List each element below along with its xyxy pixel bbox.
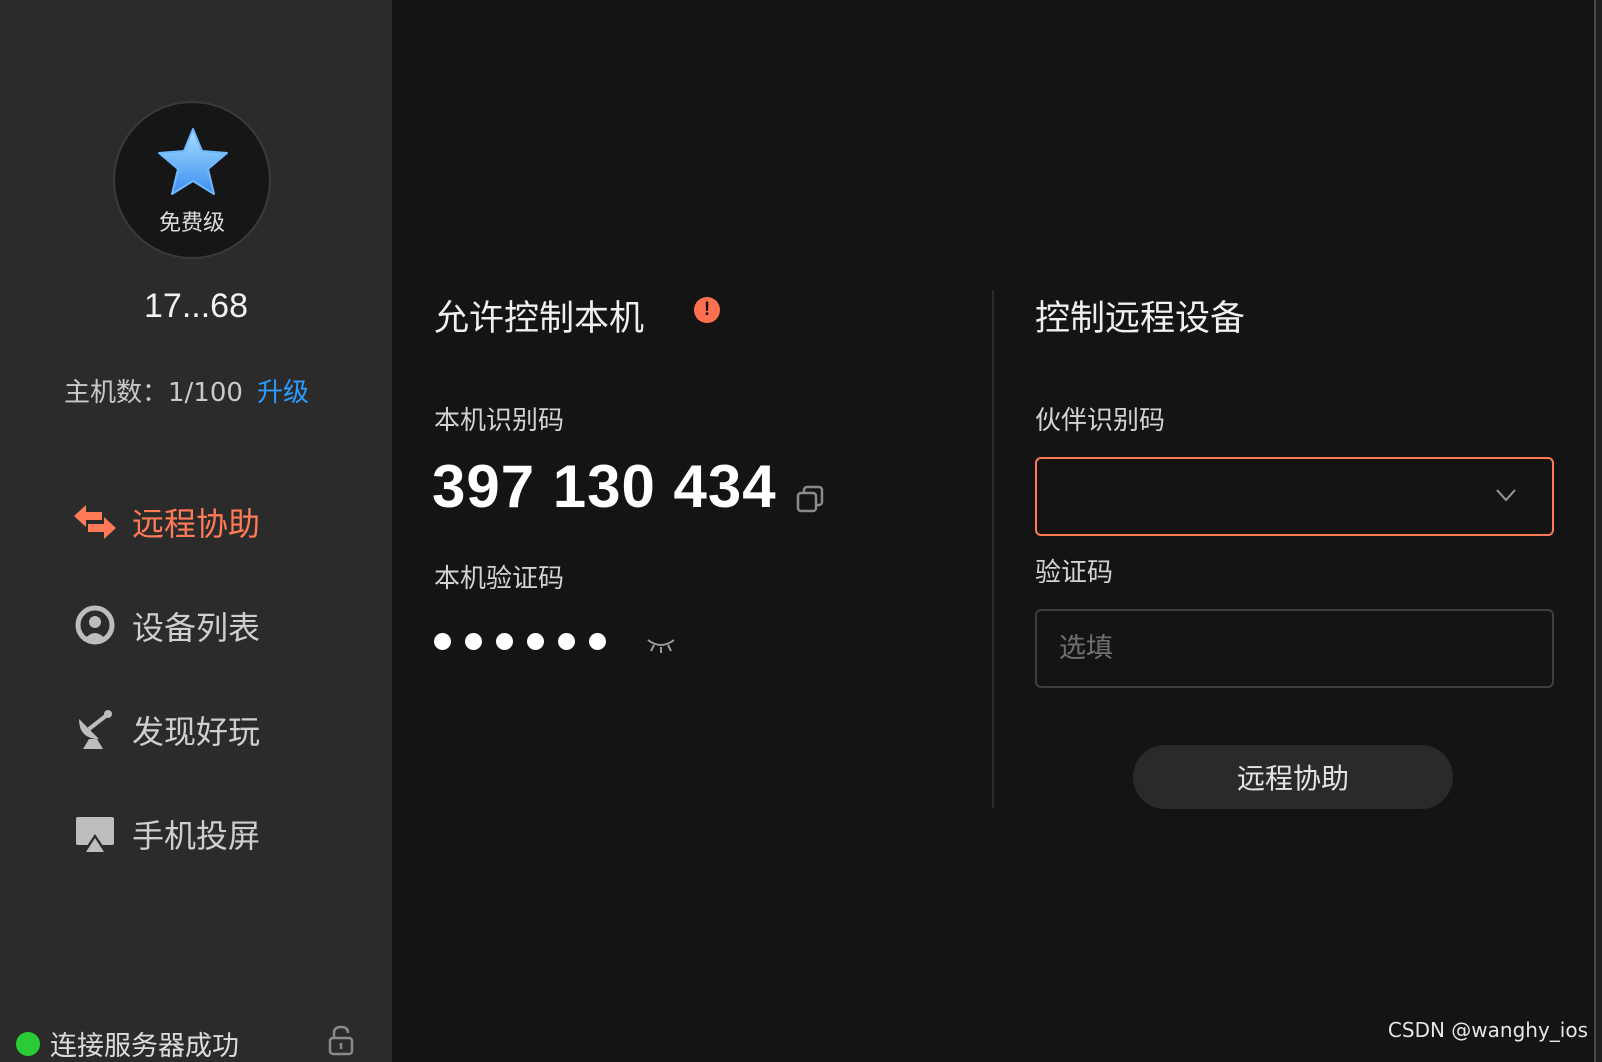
nav-label: 设备列表	[132, 609, 261, 647]
status-dot	[16, 1031, 40, 1056]
sidebar: 免费级 17...68 主机数：1/100 升级 远程协助 设备列表 发现好玩 …	[0, 0, 392, 1062]
verify-code-masked	[434, 633, 606, 650]
status-text: 连接服务器成功	[50, 1031, 239, 1062]
window-edge	[1594, 0, 1602, 1062]
sidebar-nav: 远程协助 设备列表 发现好玩 手机投屏	[72, 470, 260, 886]
screen-cast-icon	[72, 811, 118, 857]
eye-closed-icon[interactable]	[646, 636, 676, 656]
plan-badge[interactable]: 免费级	[113, 101, 271, 259]
connection-status: 连接服务器成功	[16, 1024, 239, 1062]
nav-item-remote-assist[interactable]: 远程协助	[72, 470, 260, 574]
host-count-label: 主机数：1/100	[64, 378, 243, 408]
nav-item-screen-cast[interactable]: 手机投屏	[72, 782, 260, 886]
discover-icon	[72, 707, 118, 753]
account-id: 17...68	[144, 287, 248, 325]
allow-control-title: 允许控制本机	[434, 299, 645, 339]
nav-label: 手机投屏	[132, 817, 261, 855]
watermark: CSDN @wanghy_ios	[1387, 1018, 1588, 1042]
copy-icon[interactable]	[795, 484, 825, 514]
remote-control-title: 控制远程设备	[1035, 299, 1246, 339]
upgrade-link[interactable]: 升级	[257, 372, 309, 409]
nav-item-device-list[interactable]: 设备列表	[72, 574, 260, 678]
main-panel: 允许控制本机 ! 本机识别码 397 130 434 本机验证码 控制远程设备 …	[392, 0, 1602, 1062]
nav-label: 发现好玩	[132, 713, 261, 751]
section-divider	[992, 290, 994, 808]
device-id-value: 397 130 434	[432, 453, 777, 520]
partner-id-label: 伙伴识别码	[1035, 406, 1166, 436]
warning-icon[interactable]: !	[694, 297, 720, 323]
device-list-icon	[72, 603, 118, 649]
verify-code-input[interactable]	[1035, 609, 1554, 688]
plan-label: 免费级	[158, 211, 225, 236]
nav-label: 远程协助	[132, 505, 261, 543]
code-label: 验证码	[1035, 558, 1114, 588]
lock-icon[interactable]	[327, 1024, 355, 1056]
partner-id-select[interactable]	[1035, 457, 1554, 536]
verify-code-label: 本机验证码	[434, 564, 565, 594]
chevron-down-icon	[1496, 489, 1516, 502]
remote-assist-icon	[72, 499, 118, 545]
nav-item-discover[interactable]: 发现好玩	[72, 678, 260, 782]
host-count: 主机数：1/100 升级	[64, 372, 309, 409]
star-icon	[158, 128, 228, 195]
device-id-label: 本机识别码	[434, 406, 565, 436]
remote-assist-button[interactable]: 远程协助	[1133, 745, 1453, 809]
